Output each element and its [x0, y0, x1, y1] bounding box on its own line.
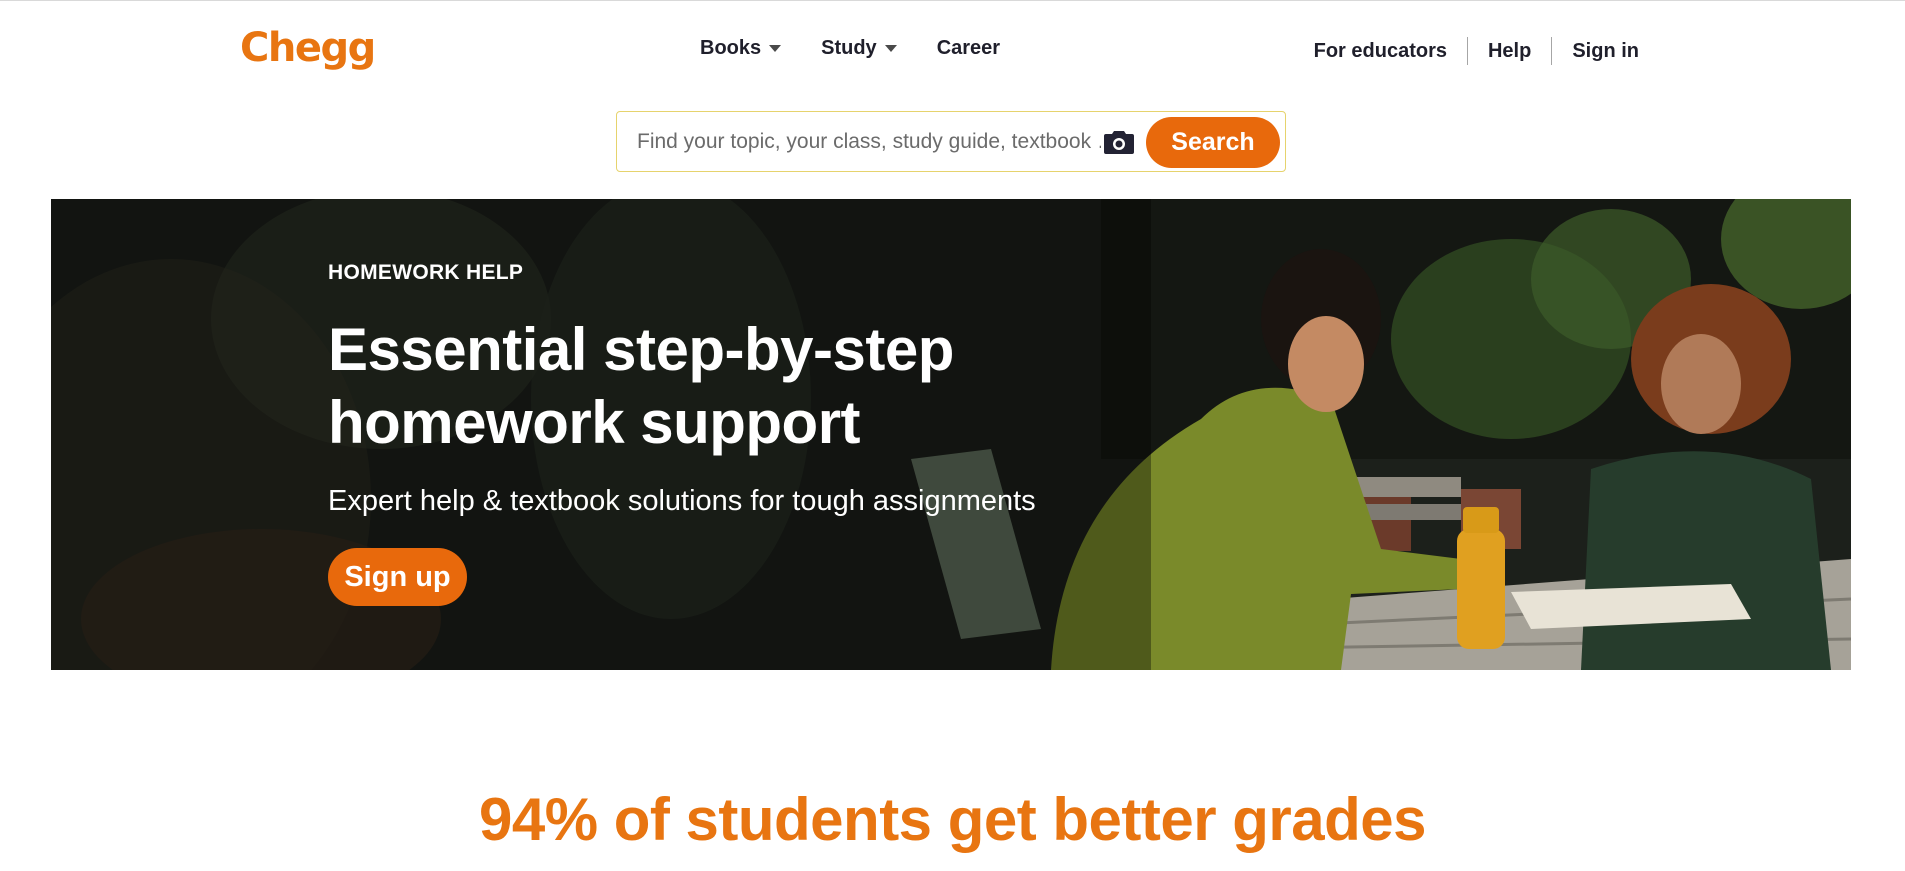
utility-nav: For educators Help Sign in	[1294, 37, 1639, 65]
nav-books[interactable]: Books	[700, 37, 782, 60]
hero-eyebrow: HOMEWORK HELP	[328, 261, 524, 284]
nav-books-label: Books	[700, 37, 762, 59]
nav-study-label: Study	[821, 37, 877, 59]
hero-banner: HOMEWORK HELP Essential step-by-step hom…	[51, 199, 1851, 670]
chevron-down-icon	[884, 45, 897, 52]
nav-career-label: Career	[936, 37, 1001, 59]
chegg-logo[interactable]: Chegg	[240, 25, 376, 71]
search-bar: Search	[616, 111, 1286, 172]
sign-in-link[interactable]: Sign in	[1552, 40, 1639, 63]
site-header: Chegg Books Study Career For educators H…	[0, 1, 1905, 99]
sign-up-button[interactable]: Sign up	[328, 548, 467, 606]
search-button[interactable]: Search	[1146, 117, 1280, 168]
chevron-down-icon	[769, 45, 782, 52]
for-educators-link[interactable]: For educators	[1294, 40, 1467, 63]
hero-subtitle: Expert help & textbook solutions for tou…	[328, 485, 1036, 517]
hero-title-line: homework support	[328, 389, 861, 456]
nav-career[interactable]: Career	[937, 37, 1000, 60]
camera-icon[interactable]	[1103, 129, 1135, 155]
nav-study[interactable]: Study	[821, 37, 897, 60]
hero-title: Essential step-by-step homework support	[328, 313, 1128, 459]
hero-content: HOMEWORK HELP Essential step-by-step hom…	[328, 261, 1128, 606]
primary-nav: Books Study Career	[700, 37, 1000, 60]
help-link[interactable]: Help	[1468, 40, 1551, 63]
stats-heading-line: 94% of students get better grades	[478, 786, 1427, 853]
hero-title-line: Essential step-by-step	[328, 316, 954, 383]
stats-heading: 94% of students get better grades	[0, 784, 1905, 871]
search-input[interactable]	[635, 126, 1103, 158]
